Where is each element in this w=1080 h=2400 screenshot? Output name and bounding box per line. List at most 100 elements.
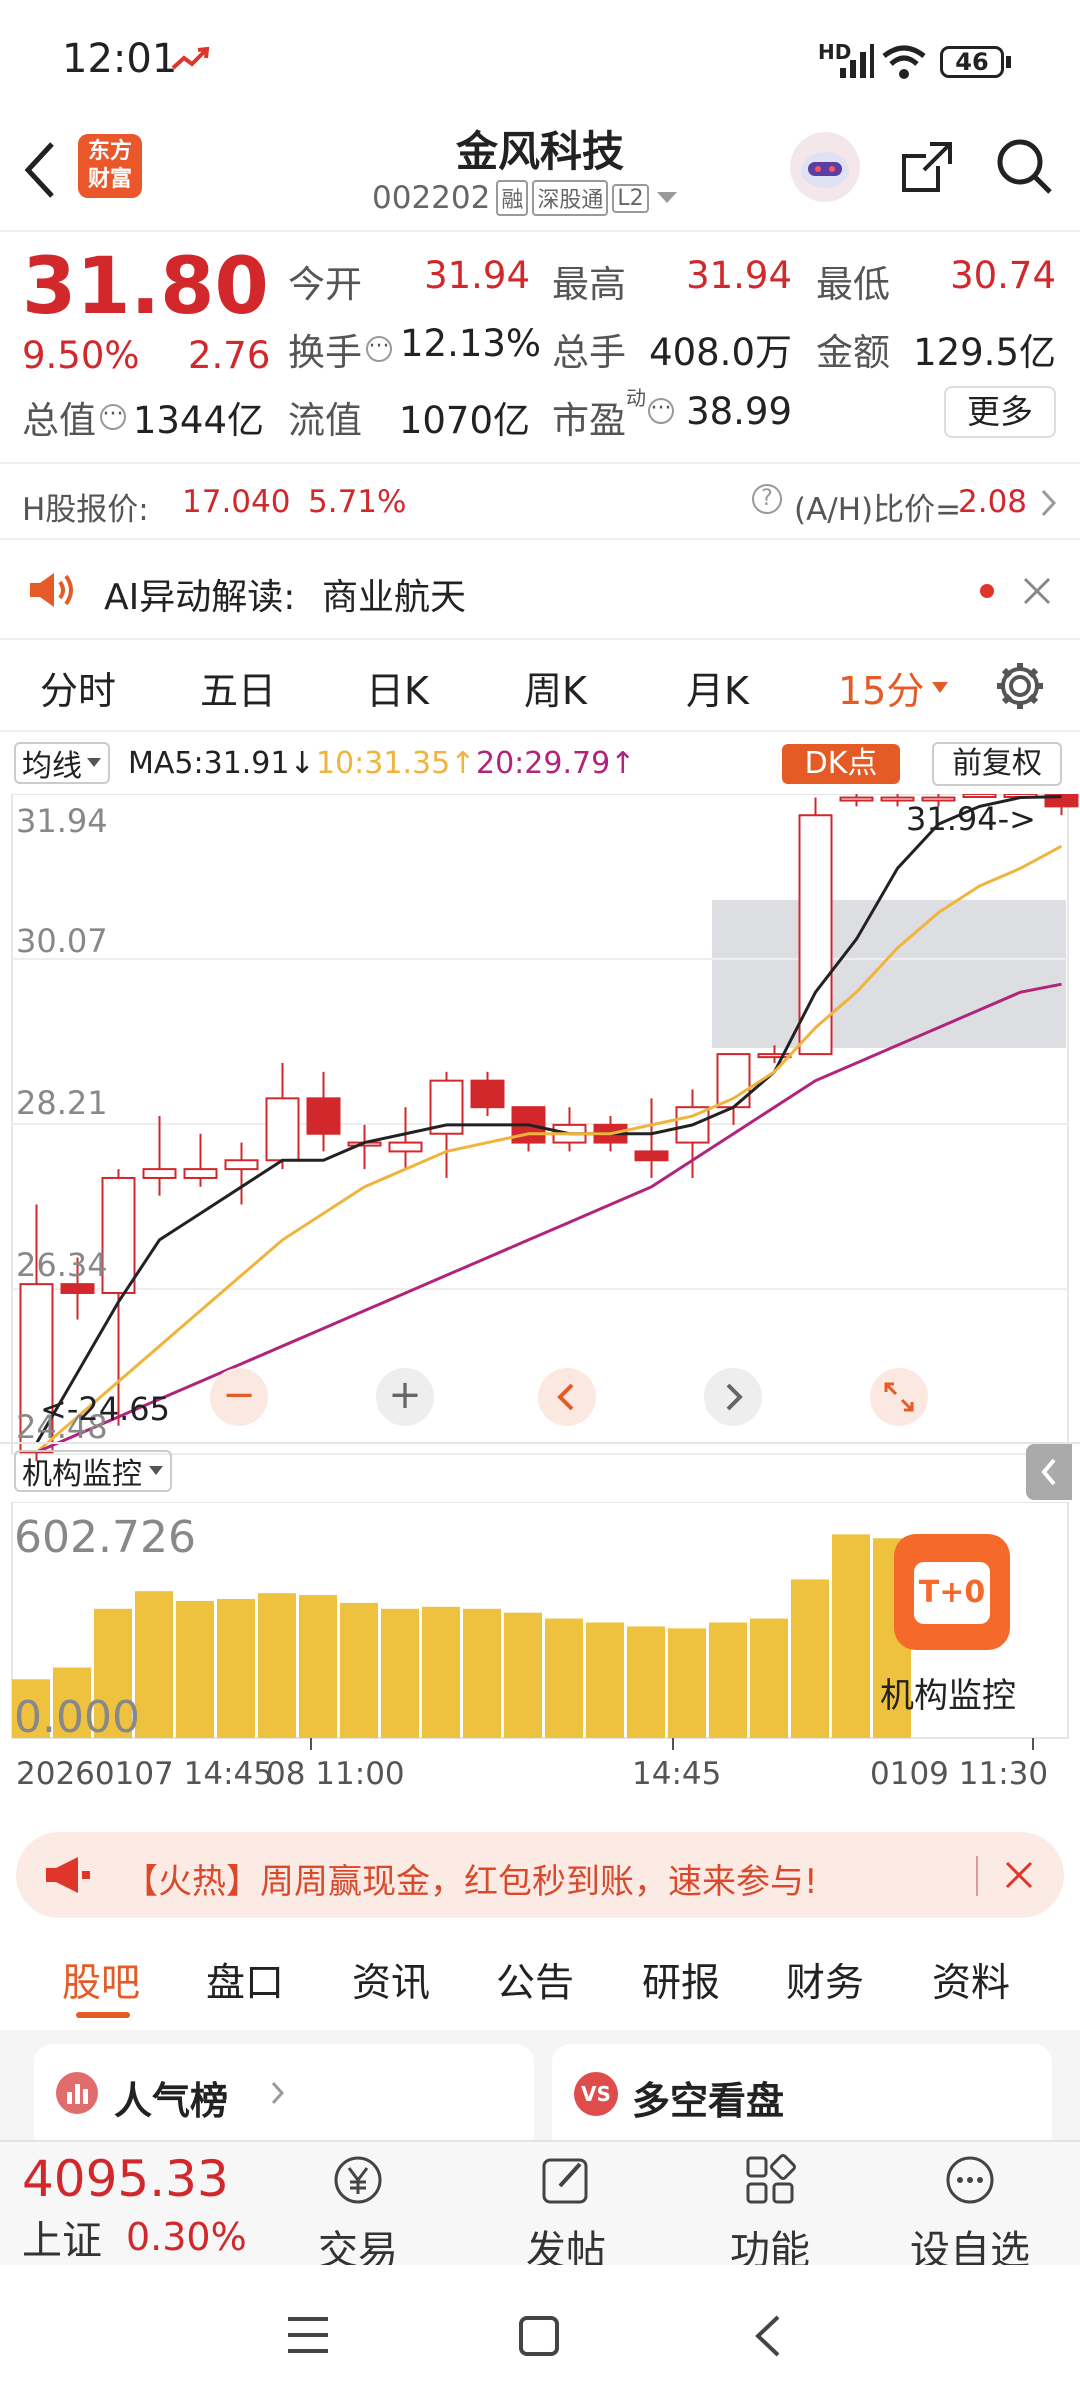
tab-profile[interactable]: 资料 bbox=[932, 1952, 1010, 2008]
volume-value: 408.0万 bbox=[649, 331, 792, 374]
divider bbox=[0, 1442, 1080, 1444]
tab-finance[interactable]: 财务 bbox=[786, 1952, 864, 2008]
dk-point-button[interactable]: DK点 bbox=[782, 744, 900, 784]
caret-down-icon bbox=[932, 681, 949, 693]
candles bbox=[19, 794, 1079, 1462]
stock-header: 东方 财富 金风科技 002202 融 深股通 L2 bbox=[0, 110, 1080, 232]
tab-weekly-k[interactable]: 周K bbox=[524, 660, 587, 715]
mktcap-value: 1344亿 bbox=[132, 399, 264, 442]
scroll-right-button[interactable] bbox=[704, 1368, 762, 1426]
caret-down-icon bbox=[87, 758, 101, 767]
vol-min-label: 0.000 bbox=[14, 1692, 140, 1743]
search-icon[interactable] bbox=[992, 134, 1056, 198]
index-widget[interactable]: 4095.33 上证 0.30% bbox=[22, 2150, 247, 2266]
add-watchlist-button[interactable]: 设自选 bbox=[910, 2152, 1030, 2276]
volume-bar bbox=[422, 1606, 460, 1738]
stock-trend-icon bbox=[171, 46, 210, 70]
back-nav-icon[interactable] bbox=[752, 2313, 782, 2359]
popularity-card[interactable]: 人气榜 bbox=[34, 2044, 534, 2154]
turnover-label-wrap[interactable]: 换手 ··· bbox=[288, 322, 392, 376]
turnover-label: 换手 bbox=[288, 331, 362, 374]
expand-icon bbox=[884, 1382, 914, 1412]
share-icon[interactable] bbox=[898, 136, 958, 196]
tab-15min[interactable]: 15分 bbox=[838, 660, 950, 715]
chevron-right-icon bbox=[1041, 489, 1057, 517]
ah-ratio-label: (A/H)比价= bbox=[794, 492, 962, 528]
adjust-button[interactable]: 前复权 bbox=[932, 742, 1062, 786]
chevron-left-icon bbox=[557, 1383, 574, 1411]
tab-research[interactable]: 研报 bbox=[642, 1952, 720, 2008]
popularity-label: 人气榜 bbox=[114, 2079, 229, 2123]
ma-selector[interactable]: 均线 bbox=[14, 742, 110, 784]
ai-label: AI异动解读: bbox=[104, 577, 296, 618]
megaphone-icon bbox=[46, 1857, 90, 1893]
unread-dot bbox=[980, 584, 994, 598]
chevron-left-icon bbox=[1041, 1458, 1056, 1486]
tab-guba[interactable]: 股吧 bbox=[62, 1952, 140, 2008]
y-label-3: 28.21 bbox=[16, 1084, 108, 1122]
volume-bar bbox=[832, 1534, 870, 1738]
institution-monitor-label[interactable]: 机构监控 bbox=[880, 1668, 1016, 1717]
float-cap-value: 1070亿 bbox=[398, 399, 530, 442]
post-button[interactable]: 发帖 bbox=[506, 2152, 626, 2276]
info-icon[interactable]: ··· bbox=[648, 398, 674, 424]
institution-monitor-icon[interactable]: T+0 bbox=[894, 1534, 1010, 1650]
vol-max-label: 602.726 bbox=[14, 1512, 196, 1563]
candle bbox=[962, 794, 997, 798]
tab-order-book[interactable]: 盘口 bbox=[206, 1952, 284, 2008]
mktcap-label: 总值 bbox=[22, 399, 96, 442]
tab-announcements[interactable]: 公告 bbox=[496, 1952, 574, 2008]
more-button[interactable]: 更多 bbox=[944, 386, 1056, 438]
mktcap-label-wrap[interactable]: 总值 ··· bbox=[22, 390, 126, 444]
bull-bear-card[interactable]: VS 多空看盘 bbox=[552, 2044, 1052, 2154]
tab-five-day[interactable]: 五日 bbox=[200, 660, 276, 715]
tab-daily-k[interactable]: 日K bbox=[366, 660, 429, 715]
x-tick bbox=[672, 1738, 674, 1750]
ai-interpretation-row[interactable]: AI异动解读: 商业航天 bbox=[0, 540, 1080, 640]
indicator-selector[interactable]: 机构监控 bbox=[14, 1450, 172, 1492]
zoom-out-button[interactable]: − bbox=[210, 1368, 268, 1426]
functions-button[interactable]: 功能 bbox=[710, 2152, 830, 2276]
zoom-in-button[interactable]: + bbox=[376, 1368, 434, 1426]
gear-icon[interactable] bbox=[994, 660, 1046, 712]
margin-badge: 融 bbox=[496, 180, 529, 216]
kline-chart-area[interactable]: 均线 MA5:31.91↓ 10:31.35↑ 20:29.79↑ DK点 前复… bbox=[0, 732, 1080, 1812]
volume-bar bbox=[258, 1593, 296, 1738]
status-bar: 12:01 HD 46 bbox=[0, 0, 1080, 110]
quote-panel: 31.80 9.50% 2.76 今开 31.94 最高 31.94 最低 30… bbox=[0, 232, 1080, 464]
promo-banner[interactable]: 【火热】周周赢现金，红包秒到账，速来参与! bbox=[16, 1832, 1064, 1918]
candle bbox=[839, 796, 874, 802]
close-icon[interactable] bbox=[1022, 576, 1052, 606]
status-time: 12:01 bbox=[62, 36, 178, 82]
h-share-pct: 5.71% bbox=[308, 484, 407, 520]
tab-intraday[interactable]: 分时 bbox=[40, 660, 116, 715]
help-icon[interactable]: ? bbox=[752, 484, 782, 514]
close-icon[interactable] bbox=[1004, 1860, 1034, 1890]
yen-icon bbox=[334, 2156, 382, 2204]
collapse-panel-button[interactable] bbox=[1026, 1444, 1072, 1500]
fullscreen-button[interactable] bbox=[870, 1368, 928, 1426]
chevron-right-icon bbox=[271, 2081, 285, 2105]
volume-bar bbox=[709, 1622, 747, 1738]
change-pct: 9.50% bbox=[22, 334, 140, 377]
system-nav-bar bbox=[0, 2265, 1080, 2400]
info-icon: ··· bbox=[100, 404, 126, 430]
tab-monthly-k[interactable]: 月K bbox=[686, 660, 749, 715]
home-icon[interactable] bbox=[518, 2315, 560, 2357]
indicator-selector-label: 机构监控 bbox=[22, 1457, 142, 1492]
turnover-value: 12.13% bbox=[400, 322, 542, 365]
stock-code-row[interactable]: 002202 融 深股通 L2 bbox=[372, 180, 679, 216]
scroll-left-button[interactable] bbox=[538, 1368, 596, 1426]
volume-label: 总手 bbox=[552, 331, 626, 374]
menu-icon[interactable] bbox=[286, 2315, 330, 2355]
tab-news[interactable]: 资讯 bbox=[352, 1952, 430, 2008]
index-value: 4095.33 bbox=[22, 2150, 229, 2208]
x-label-1: 20260107 14:45 bbox=[16, 1756, 273, 1792]
trade-button[interactable]: 交易 bbox=[298, 2152, 418, 2276]
candle bbox=[142, 1168, 177, 1179]
volume-bar bbox=[217, 1598, 255, 1738]
candle bbox=[224, 1159, 259, 1171]
h-share-row[interactable]: H股报价: 17.040 5.71% ? (A/H)比价= 2.08 bbox=[0, 466, 1080, 540]
robot-assistant-icon[interactable] bbox=[790, 132, 860, 202]
volume-bar bbox=[340, 1602, 378, 1738]
